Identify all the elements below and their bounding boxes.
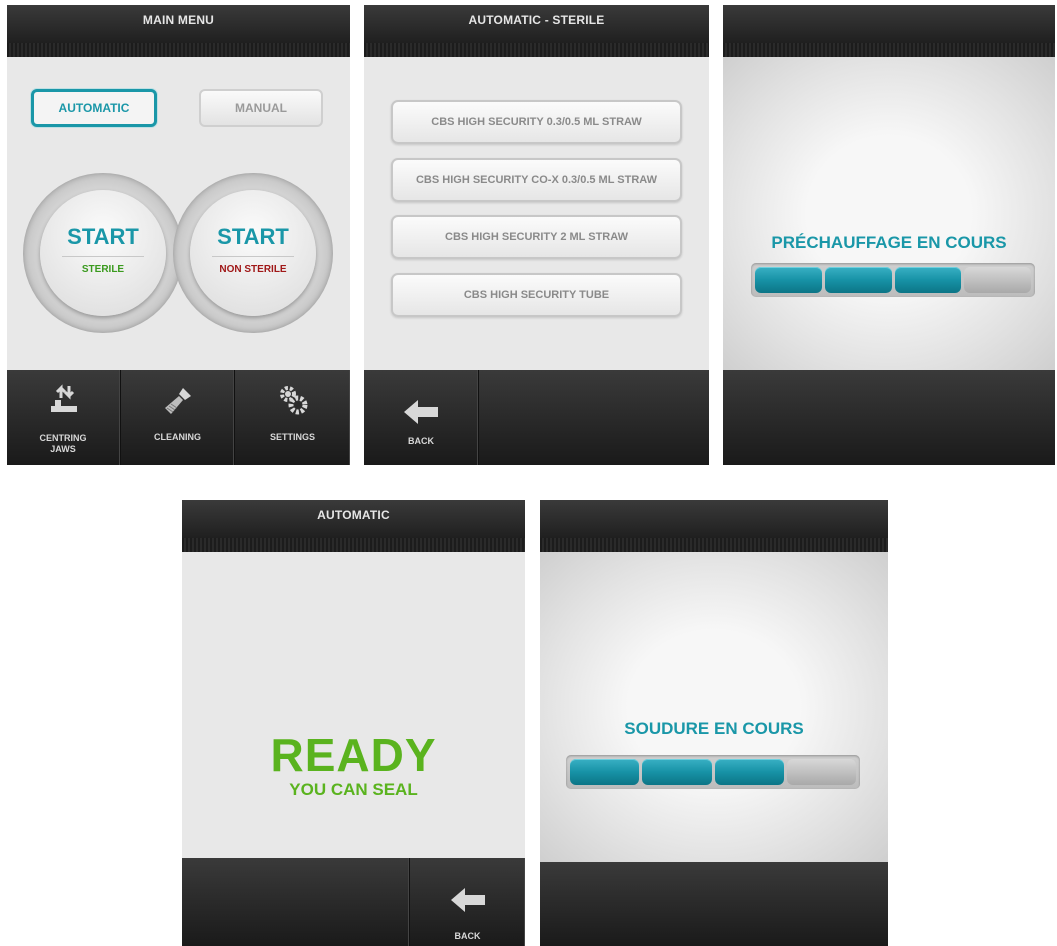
screen-title: MAIN MENU	[142, 13, 215, 27]
settings-button[interactable]: SETTINGS	[235, 370, 350, 465]
ready-title: READY	[270, 729, 437, 781]
centring-jaws-icon	[50, 384, 77, 412]
bottom-toolbar	[723, 370, 1055, 465]
screen-title: AUTOMATIC	[317, 508, 390, 522]
back-arrow-icon	[404, 400, 438, 424]
cleaning-label: CLEANING	[154, 432, 201, 442]
divider	[212, 256, 294, 257]
progress-segment	[755, 267, 822, 293]
title-bar: AUTOMATIC	[182, 500, 525, 552]
main-content: AUTOMATIC MANUAL START STERILE START NON…	[7, 57, 350, 370]
progress-segment	[894, 267, 962, 293]
straw-option[interactable]: CBS HIGH SECURITY 0.3/0.5 ML STRAW	[391, 100, 682, 144]
ready-subtitle: YOU CAN SEAL	[289, 780, 418, 799]
start-sterile-button[interactable]: START STERILE	[40, 190, 166, 316]
gears-icon	[279, 386, 307, 415]
back-button[interactable]: BACK	[410, 858, 525, 946]
settings-label: SETTINGS	[269, 432, 315, 442]
progress-area: PRÉCHAUFFAGE EN COURS	[723, 57, 1055, 370]
progress-area: SOUDURE EN COURS	[540, 552, 888, 862]
title-bar	[540, 500, 888, 552]
automatic-mode-button[interactable]: AUTOMATIC	[31, 89, 157, 127]
preheating-status: PRÉCHAUFFAGE EN COURS	[771, 233, 1007, 252]
cleaning-button[interactable]: CLEANING	[121, 370, 235, 465]
straw-list: CBS HIGH SECURITY 0.3/0.5 ML STRAW CBS H…	[364, 57, 709, 370]
title-bar: AUTOMATIC - STERILE	[364, 5, 709, 57]
preheating-progress-bar	[751, 263, 1035, 297]
start-non-sterile-title: START	[217, 224, 289, 249]
screen-title: AUTOMATIC - STERILE	[468, 13, 605, 27]
start-non-sterile-button[interactable]: START NON STERILE	[190, 190, 316, 316]
back-arrow-icon	[450, 888, 485, 912]
brush-icon	[164, 388, 191, 414]
ready-content: READY YOU CAN SEAL	[182, 552, 525, 858]
centring-jaws-button[interactable]: CENTRING JAWS	[7, 370, 121, 465]
manual-mode-button[interactable]: MANUAL	[199, 89, 323, 127]
welding-progress-bar	[566, 755, 860, 789]
bottom-toolbar: CENTRING JAWS CLEANING SETTINGS	[7, 370, 350, 465]
preheating-screen: PRÉCHAUFFAGE EN COURS	[723, 5, 1055, 465]
progress-segment	[786, 759, 856, 785]
straw-option[interactable]: CBS HIGH SECURITY CO-X 0.3/0.5 ML STRAW	[391, 158, 682, 202]
progress-segment	[964, 267, 1031, 293]
progress-segment	[642, 759, 712, 785]
bottom-toolbar: BACK	[364, 370, 709, 465]
centring-jaws-label: CENTRING JAWS	[39, 433, 87, 454]
start-sterile-title: START	[67, 224, 139, 249]
main-menu-screen: MAIN MENU AUTOMATIC MANUAL START STERILE…	[7, 5, 350, 465]
ready-screen: AUTOMATIC READY YOU CAN SEAL BACK	[182, 500, 525, 946]
straw-option[interactable]: CBS HIGH SECURITY 2 ML STRAW	[391, 215, 682, 259]
sterile-label: STERILE	[81, 264, 125, 275]
title-bar: MAIN MENU	[7, 5, 350, 57]
progress-segment	[824, 267, 892, 293]
non-sterile-label: NON STERILE	[219, 264, 287, 275]
welding-status: SOUDURE EN COURS	[624, 719, 804, 738]
bottom-toolbar	[540, 862, 888, 946]
welding-screen: SOUDURE EN COURS	[540, 500, 888, 946]
bottom-toolbar: BACK	[182, 858, 525, 946]
back-label: BACK	[408, 436, 434, 446]
straw-selection-screen: AUTOMATIC - STERILE CBS HIGH SECURITY 0.…	[364, 5, 709, 465]
title-bar	[723, 5, 1055, 57]
divider	[62, 256, 144, 257]
straw-option[interactable]: CBS HIGH SECURITY TUBE	[391, 273, 682, 317]
back-label: BACK	[454, 931, 481, 941]
empty-cell	[182, 858, 410, 946]
progress-segment	[570, 759, 640, 785]
back-button[interactable]: BACK	[364, 370, 479, 465]
progress-segment	[714, 759, 784, 785]
